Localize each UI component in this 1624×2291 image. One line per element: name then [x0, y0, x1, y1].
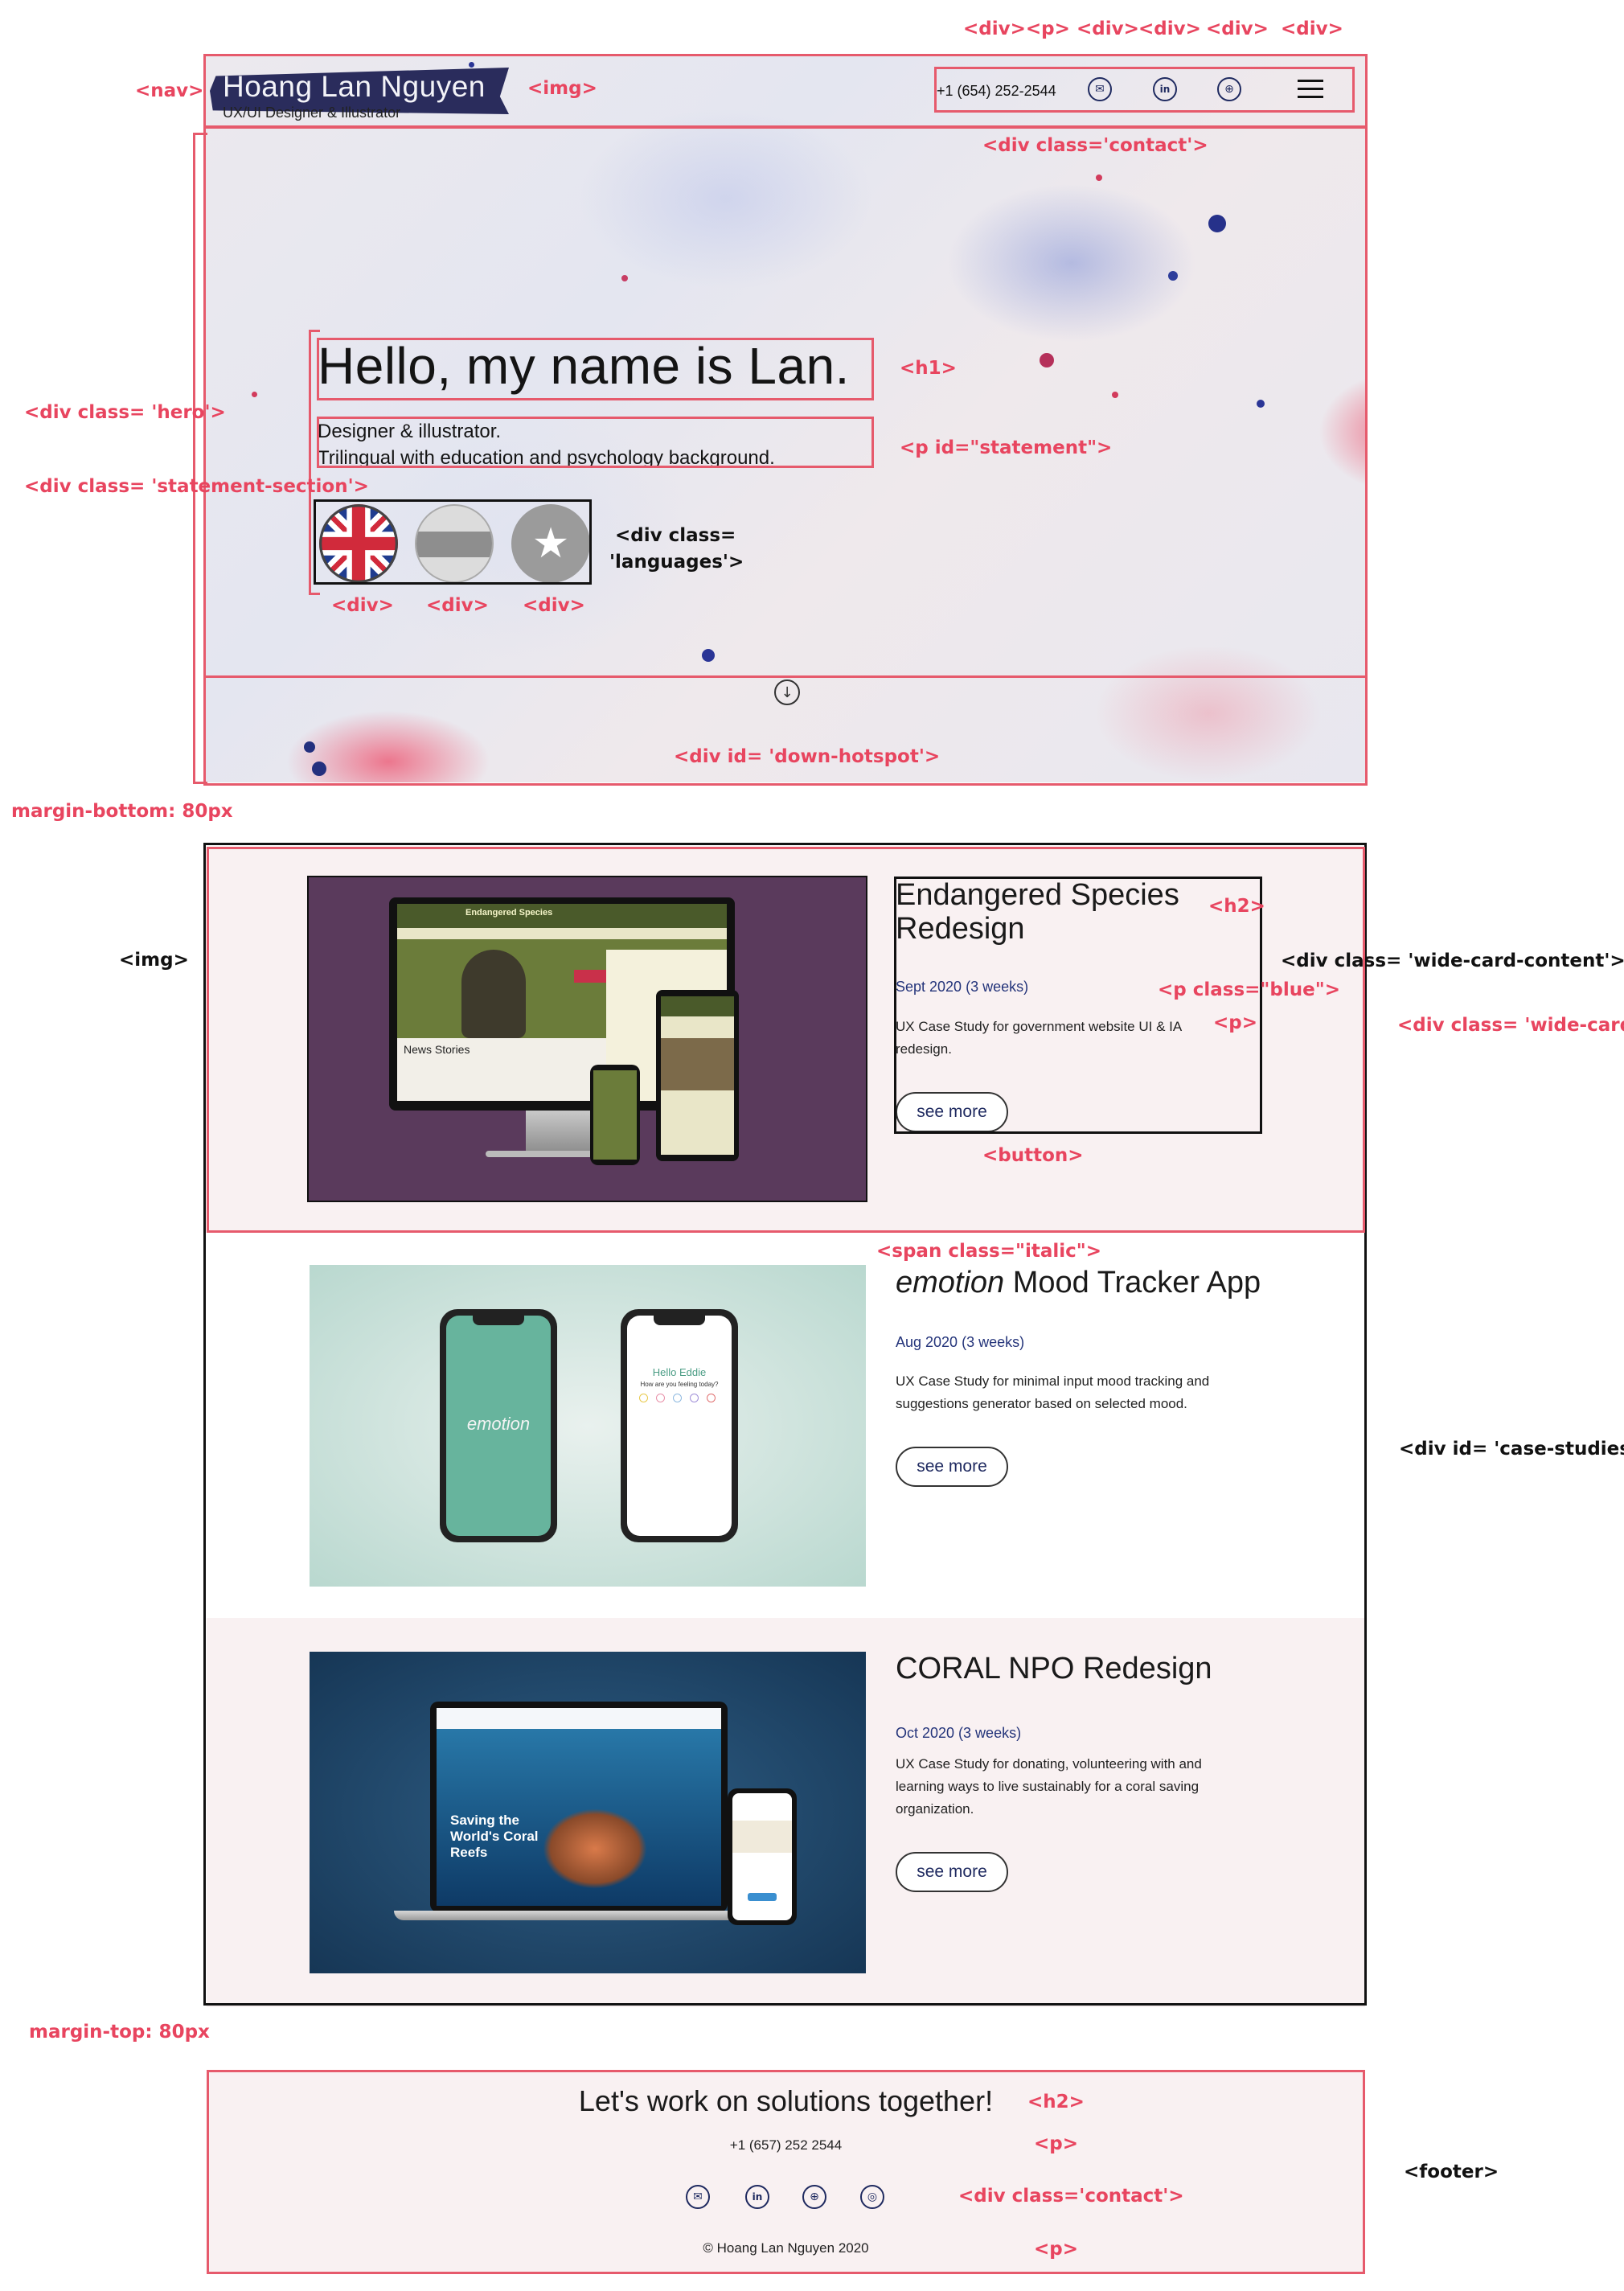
annotation-label: <p>: [1034, 2133, 1079, 2154]
annotation-label: <footer>: [1404, 2162, 1499, 2182]
annotation-label: <p>: [1034, 2239, 1079, 2260]
annotation-label: <div><p>: [963, 18, 1070, 39]
annotation-label: <div>: [1206, 18, 1269, 39]
contact-box: [934, 67, 1355, 113]
annotation-label: <div>: [1138, 18, 1201, 39]
annotation-label: <div>: [1077, 18, 1139, 39]
annotation-label: <div class= 'hero'>: [24, 402, 226, 423]
annotation-label: margin-top: 80px: [29, 2022, 210, 2043]
down-hotspot-box: [203, 675, 1368, 786]
annotation-label: <h1>: [900, 358, 957, 379]
annotation-label: <div class=: [615, 525, 736, 546]
annotation-label: <div>: [331, 595, 394, 616]
annotation-label: <div>: [426, 595, 489, 616]
annotation-label: <h2>: [1208, 896, 1265, 917]
annotation-label: <h2>: [1027, 2092, 1085, 2112]
annotation-label: <div class= 'wide-card-content'>: [1281, 950, 1624, 971]
annotation-label: <p>: [1213, 1012, 1258, 1033]
annotation-label: <div id= 'down-hotspot'>: [674, 746, 941, 767]
annotation-label: <div>: [1281, 18, 1343, 39]
annotation-label: <div id= 'case-studies'>: [1399, 1439, 1624, 1460]
annotation-label: margin-bottom: 80px: [11, 801, 233, 822]
annotation-label: <div class='contact'>: [958, 2186, 1184, 2207]
annotation-label: <span class="italic">: [876, 1241, 1102, 1262]
wide-card-content-box: [894, 877, 1262, 1134]
annotation-label: <nav>: [135, 80, 204, 101]
annotation-label: <div class= 'wide-card'>: [1397, 1015, 1624, 1036]
annotation-label: <div>: [523, 595, 585, 616]
annotation-label: <div class='contact'>: [982, 135, 1208, 156]
annotation-label: <div class= 'statement-section'>: [24, 476, 369, 497]
annotation-label: <p class="blue">: [1158, 979, 1340, 1000]
h1-box: [317, 338, 874, 400]
annotation-label: <button>: [982, 1145, 1084, 1166]
annotation-label: <img>: [527, 78, 597, 99]
statement-box: [317, 417, 874, 468]
languages-box: [314, 499, 592, 585]
annotation-label: <p id="statement">: [900, 437, 1113, 458]
annotation-label: 'languages'>: [609, 552, 744, 573]
annotation-label: <img>: [119, 950, 189, 971]
footer-box: [207, 2070, 1365, 2274]
